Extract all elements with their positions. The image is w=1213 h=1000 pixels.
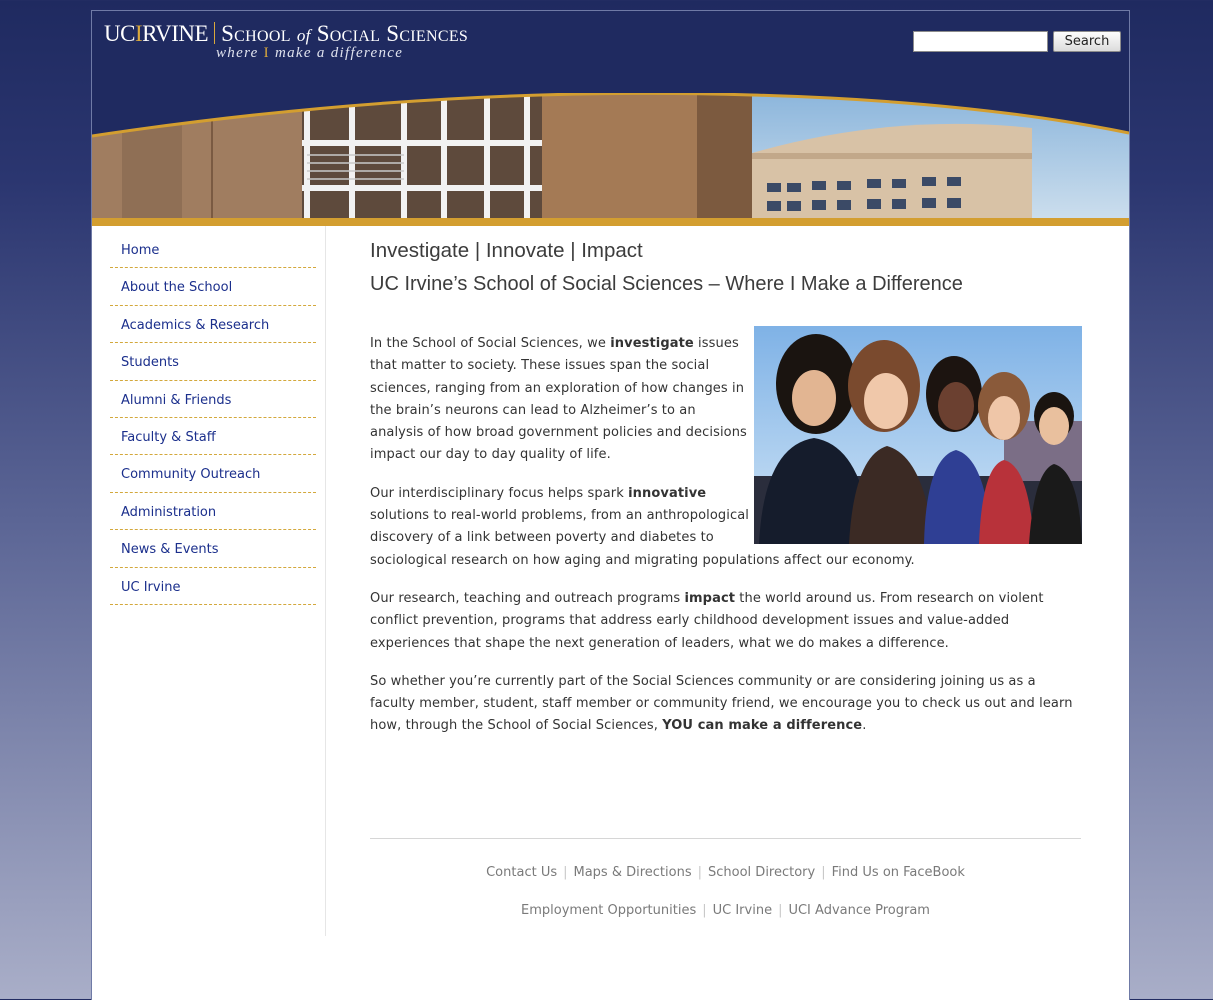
footer-separator: |: [821, 865, 826, 880]
nav-link-students[interactable]: Students: [110, 343, 316, 370]
page-subtitle: UC Irvine’s School of Social Sciences – …: [370, 273, 963, 295]
logo-uci: UCIRVINE: [104, 21, 209, 46]
search-button[interactable]: Search: [1053, 31, 1121, 52]
logo-divider: [214, 22, 216, 44]
sidebar-item-faculty: Faculty & Staff: [110, 418, 316, 456]
sidebar-item-academics: Academics & Research: [110, 306, 316, 344]
header-gold-bar: [92, 218, 1129, 226]
page-container: UCIRVINE School of Social Sciences where …: [91, 10, 1130, 1000]
nav-link-faculty[interactable]: Faculty & Staff: [110, 418, 316, 445]
students-photo: [754, 326, 1082, 544]
footer-link-uc-irvine[interactable]: UC Irvine: [713, 903, 772, 918]
footer-link-contact-us[interactable]: Contact Us: [486, 865, 557, 880]
footer-separator: |: [697, 865, 703, 880]
footer-separator: |: [702, 903, 707, 918]
sidebar-item-home: Home: [110, 231, 316, 269]
nav-link-about[interactable]: About the School: [110, 268, 316, 295]
nav-link-alumni[interactable]: Alumni & Friends: [110, 381, 316, 408]
footer-link-school-directory[interactable]: School Directory: [708, 865, 815, 880]
nav-link-community[interactable]: Community Outreach: [110, 455, 316, 482]
sidebar-item-uc-irvine: UC Irvine: [110, 568, 316, 605]
footer-link-employment[interactable]: Employment Opportunities: [521, 903, 696, 918]
school-logo[interactable]: UCIRVINE School of Social Sciences where …: [104, 21, 468, 62]
sidebar-item-administration: Administration: [110, 493, 316, 531]
logo-title: UCIRVINE School of Social Sciences: [104, 21, 468, 47]
nav-link-home[interactable]: Home: [110, 231, 316, 258]
logo-school-name: School of Social Sciences: [221, 21, 469, 46]
sidebar-item-students: Students: [110, 343, 316, 381]
footer-link-maps-directions[interactable]: Maps & Directions: [574, 865, 692, 880]
nav-link-uc-irvine[interactable]: UC Irvine: [110, 568, 316, 595]
intro-paragraph-impact: Our research, teaching and outreach prog…: [370, 590, 1044, 651]
footer-link-advance-program[interactable]: UCI Advance Program: [788, 903, 930, 918]
search-input[interactable]: [913, 31, 1048, 52]
sidebar-nav: Home About the School Academics & Resear…: [110, 231, 316, 605]
sidebar-item-community: Community Outreach: [110, 455, 316, 493]
nav-link-academics[interactable]: Academics & Research: [110, 306, 316, 333]
logo-tagline: where I make a difference: [216, 45, 404, 61]
sidebar: Home About the School Academics & Resear…: [92, 226, 326, 936]
nav-link-news[interactable]: News & Events: [110, 530, 316, 557]
footer-links-row-2: Employment Opportunities | UC Irvine | UCI A…: [370, 903, 1081, 918]
footer-separator: |: [778, 903, 783, 918]
nav-link-administration[interactable]: Administration: [110, 493, 316, 520]
footer-links-row-1: Contact Us | Maps & Directions | School Dire…: [370, 865, 1081, 880]
footer-separator: |: [563, 865, 568, 880]
footer-divider: [370, 838, 1081, 839]
page-title: Investigate | Innovate | Impact: [370, 239, 643, 262]
intro-paragraph-join: So whether you’re currently part of the …: [370, 673, 1073, 734]
main-content: Investigate | Innovate | Impact UC Irvin…: [370, 239, 1082, 754]
site-header: UCIRVINE School of Social Sciences where …: [92, 11, 1129, 226]
sidebar-item-news: News & Events: [110, 530, 316, 568]
footer-link-facebook[interactable]: Find Us on FaceBook: [832, 865, 965, 880]
header-banner-image: [92, 93, 1129, 226]
sidebar-item-alumni: Alumni & Friends: [110, 381, 316, 418]
sidebar-item-about: About the School: [110, 268, 316, 306]
